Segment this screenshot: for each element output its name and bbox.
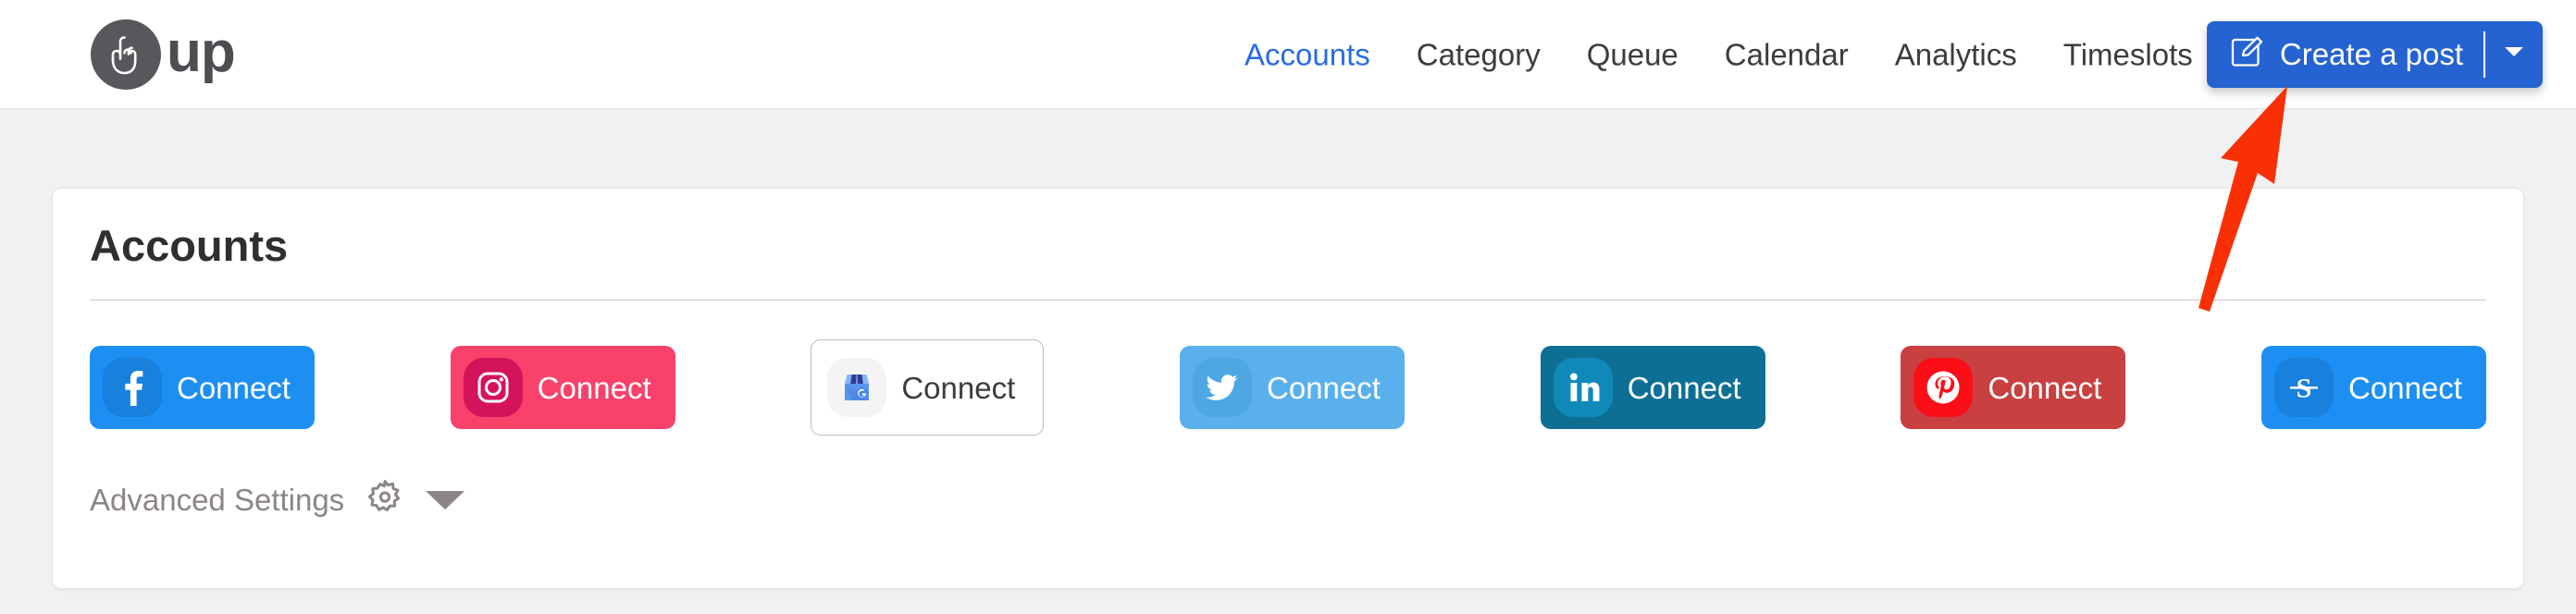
nav-item-timeslots[interactable]: Timeslots xyxy=(2040,39,2216,69)
accounts-card: Accounts Connect xyxy=(52,188,2524,589)
create-post-label: Create a post xyxy=(2280,39,2463,69)
nav-item-accounts[interactable]: Accounts xyxy=(1221,39,1393,69)
instagram-icon xyxy=(464,358,523,417)
brand-wordmark: up xyxy=(167,24,235,81)
nav-item-category[interactable]: Category xyxy=(1393,39,1564,69)
nav-item-calendar[interactable]: Calendar xyxy=(1702,39,1872,69)
connect-button-google-my-business[interactable]: Connect xyxy=(811,339,1044,436)
accounts-connect-row: Connect Connect xyxy=(90,327,2486,448)
page-title: Accounts xyxy=(90,224,288,267)
connect-label: Connect xyxy=(538,373,651,403)
brand-logo[interactable]: up xyxy=(91,19,235,90)
facebook-icon xyxy=(103,358,162,417)
create-a-post-button[interactable]: Create a post xyxy=(2207,21,2483,88)
nav-item-queue[interactable]: Queue xyxy=(1564,39,1702,69)
caret-down-icon xyxy=(2503,44,2525,64)
title-divider xyxy=(90,300,2486,301)
nav-item-analytics[interactable]: Analytics xyxy=(1872,39,2040,69)
linkedin-icon xyxy=(1554,358,1613,417)
triangle-down-icon[interactable] xyxy=(426,491,464,510)
connect-label: Connect xyxy=(1628,373,1741,403)
connect-label: Connect xyxy=(2348,373,2462,403)
advanced-settings-label: Advanced Settings xyxy=(90,485,344,515)
pointing-hand-icon xyxy=(91,19,161,90)
s-strikethrough-icon: S xyxy=(2274,358,2334,417)
connect-label: Connect xyxy=(177,373,291,403)
connect-label: Connect xyxy=(901,373,1015,403)
gear-icon[interactable] xyxy=(365,477,405,522)
connect-button-shopify-s[interactable]: S Connect xyxy=(2261,346,2486,429)
connect-button-facebook[interactable]: Connect xyxy=(90,346,315,429)
connect-button-twitter[interactable]: Connect xyxy=(1180,346,1405,429)
create-post-dropdown-toggle[interactable] xyxy=(2485,21,2543,88)
connect-label: Connect xyxy=(1988,373,2101,403)
advanced-settings-toggle[interactable]: Advanced Settings xyxy=(90,477,464,522)
connect-button-linkedin[interactable]: Connect xyxy=(1541,346,1765,429)
twitter-bird-icon xyxy=(1193,358,1252,417)
pinterest-icon xyxy=(1913,358,1973,417)
top-header: up Accounts Category Queue Calendar Anal… xyxy=(0,0,2576,109)
app-root: up Accounts Category Queue Calendar Anal… xyxy=(0,0,2576,614)
google-my-business-icon xyxy=(827,358,886,417)
create-post-button-group: Create a post xyxy=(2207,21,2543,88)
connect-button-pinterest[interactable]: Connect xyxy=(1901,346,2125,429)
connect-label: Connect xyxy=(1267,373,1381,403)
connect-button-instagram[interactable]: Connect xyxy=(451,346,675,429)
compose-pencil-icon xyxy=(2231,35,2264,73)
